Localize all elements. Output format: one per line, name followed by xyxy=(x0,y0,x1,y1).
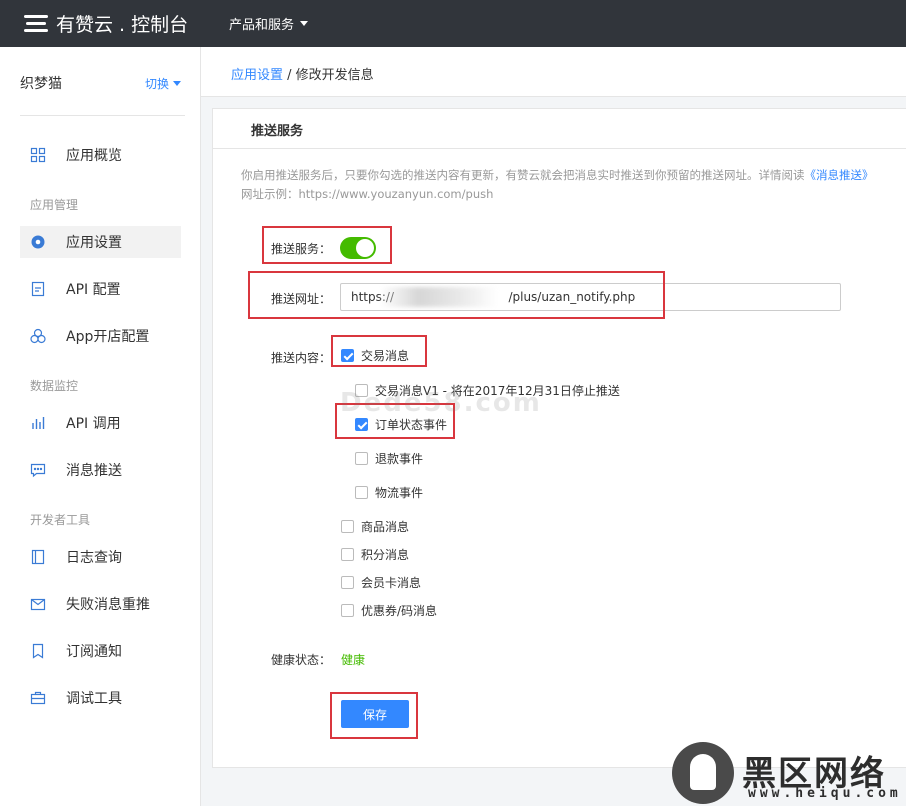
watermark-text: Dede58.com xyxy=(340,388,542,418)
sidebar-item-label: API 配置 xyxy=(66,282,121,298)
highlight-push-service xyxy=(262,226,392,264)
sidebar-item-app-store-config[interactable]: App开店配置 xyxy=(20,320,181,352)
sidebar-item-app-overview[interactable]: 应用概览 xyxy=(20,139,181,171)
checkbox-unchecked-icon xyxy=(355,486,368,499)
circles-icon xyxy=(30,328,46,344)
checkbox-label: 退款事件 xyxy=(375,452,424,466)
nav-group-developer-tools: 开发者工具 xyxy=(30,513,91,527)
checkbox-member-card-message[interactable]: 会员卡消息 xyxy=(341,574,421,591)
sidebar-divider xyxy=(20,115,185,116)
breadcrumb-separator: / xyxy=(283,68,296,83)
toolbox-icon xyxy=(30,690,46,706)
nav-group-data-monitoring: 数据监控 xyxy=(30,379,79,393)
chevron-down-icon xyxy=(173,81,182,86)
watermark-logo-icon xyxy=(672,742,734,804)
content-header: 应用设置 / 修改开发信息 xyxy=(201,47,906,97)
shop-name: 织梦猫 xyxy=(20,76,62,92)
checkbox-logistics-event[interactable]: 物流事件 xyxy=(355,484,423,501)
sidebar: 织梦猫 切换 应用概览 应用管理 应用设置 API 配置 App开店配置 数据监… xyxy=(0,47,201,806)
health-status-value: 健康 xyxy=(341,653,366,667)
message-push-doc-link[interactable]: 《消息推送》 xyxy=(805,168,874,182)
checkbox-label: 物流事件 xyxy=(375,486,424,500)
checkbox-unchecked-icon xyxy=(355,452,368,465)
bookmark-icon xyxy=(30,643,46,659)
push-service-panel: 推送服务 你启用推送服务后，只要你勾选的推送内容有更新，有赞云就会把消息实时推送… xyxy=(212,108,906,768)
sidebar-item-label: API 调用 xyxy=(66,416,121,432)
sidebar-item-label: 调试工具 xyxy=(66,691,122,707)
highlight-trade-message xyxy=(331,335,427,367)
switch-shop-label: 切换 xyxy=(145,77,170,91)
sidebar-item-failed-message-retry[interactable]: 失败消息重推 xyxy=(20,588,181,620)
sidebar-item-label: App开店配置 xyxy=(66,329,150,345)
sidebar-item-subscription-notice[interactable]: 订阅通知 xyxy=(20,635,181,667)
checkbox-points-message[interactable]: 积分消息 xyxy=(341,546,409,563)
checkbox-coupon-message[interactable]: 优惠券/码消息 xyxy=(341,602,437,619)
health-status-label: 健康状态： xyxy=(271,653,332,667)
watermark-url: www.heiqu.com xyxy=(748,786,902,801)
panel-title: 推送服务 xyxy=(251,124,304,139)
sidebar-item-api-config[interactable]: API 配置 xyxy=(20,273,181,305)
logo-icon xyxy=(24,13,50,33)
sidebar-item-label: 消息推送 xyxy=(66,463,122,479)
panel-divider xyxy=(213,148,906,149)
checkbox-unchecked-icon xyxy=(341,576,354,589)
sidebar-item-log-query[interactable]: 日志查询 xyxy=(20,541,181,573)
switch-shop-link[interactable]: 切换 xyxy=(145,75,182,92)
highlight-save-button xyxy=(330,692,418,739)
products-menu-label: 产品和服务 xyxy=(229,18,295,33)
logo-text: 有赞云 . 控制台 xyxy=(56,13,189,36)
url-example-text: 网址示例：https://www.youzanyun.com/push xyxy=(241,187,494,201)
gear-icon xyxy=(30,234,46,250)
checkbox-label: 积分消息 xyxy=(361,548,410,562)
sidebar-item-label: 失败消息重推 xyxy=(66,597,150,613)
message-icon xyxy=(30,462,46,478)
book-icon xyxy=(30,549,46,565)
products-menu[interactable]: 产品和服务 xyxy=(229,14,309,33)
breadcrumb-current: 修改开发信息 xyxy=(295,68,374,83)
api-doc-icon xyxy=(30,281,46,297)
sidebar-item-label: 应用概览 xyxy=(66,148,122,164)
checkbox-unchecked-icon xyxy=(341,604,354,617)
mail-icon xyxy=(30,596,46,612)
checkbox-label: 商品消息 xyxy=(361,520,410,534)
checkbox-unchecked-icon xyxy=(341,548,354,561)
breadcrumb: 应用设置 / 修改开发信息 xyxy=(231,64,374,83)
sidebar-item-message-push[interactable]: 消息推送 xyxy=(20,454,181,486)
console-logo[interactable]: 有赞云 . 控制台 xyxy=(24,10,188,36)
grid-icon xyxy=(30,147,46,163)
push-content-label: 推送内容： xyxy=(271,351,332,365)
description-text: 你启用推送服务后，只要你勾选的推送内容有更新，有赞云就会把消息实时推送到你预留的… xyxy=(241,168,805,182)
panel-description: 你启用推送服务后，只要你勾选的推送内容有更新，有赞云就会把消息实时推送到你预留的… xyxy=(241,166,874,204)
checkbox-label: 优惠券/码消息 xyxy=(361,604,438,618)
sidebar-item-label: 日志查询 xyxy=(66,550,122,566)
nav-group-app-management: 应用管理 xyxy=(30,198,79,212)
checkbox-label: 会员卡消息 xyxy=(361,576,422,590)
checkbox-product-message[interactable]: 商品消息 xyxy=(341,518,409,535)
sidebar-item-label: 订阅通知 xyxy=(66,644,122,660)
bar-chart-icon xyxy=(30,415,46,431)
breadcrumb-parent-link[interactable]: 应用设置 xyxy=(231,68,283,83)
sidebar-item-app-settings[interactable]: 应用设置 xyxy=(20,226,181,258)
checkbox-refund-event[interactable]: 退款事件 xyxy=(355,450,423,467)
sidebar-item-debug-tools[interactable]: 调试工具 xyxy=(20,682,181,714)
sidebar-item-api-calls[interactable]: API 调用 xyxy=(20,407,181,439)
checkbox-unchecked-icon xyxy=(341,520,354,533)
sidebar-item-label: 应用设置 xyxy=(66,235,122,251)
top-bar: 有赞云 . 控制台 产品和服务 xyxy=(0,0,906,47)
highlight-push-url xyxy=(248,271,665,319)
chevron-down-icon xyxy=(300,21,309,26)
